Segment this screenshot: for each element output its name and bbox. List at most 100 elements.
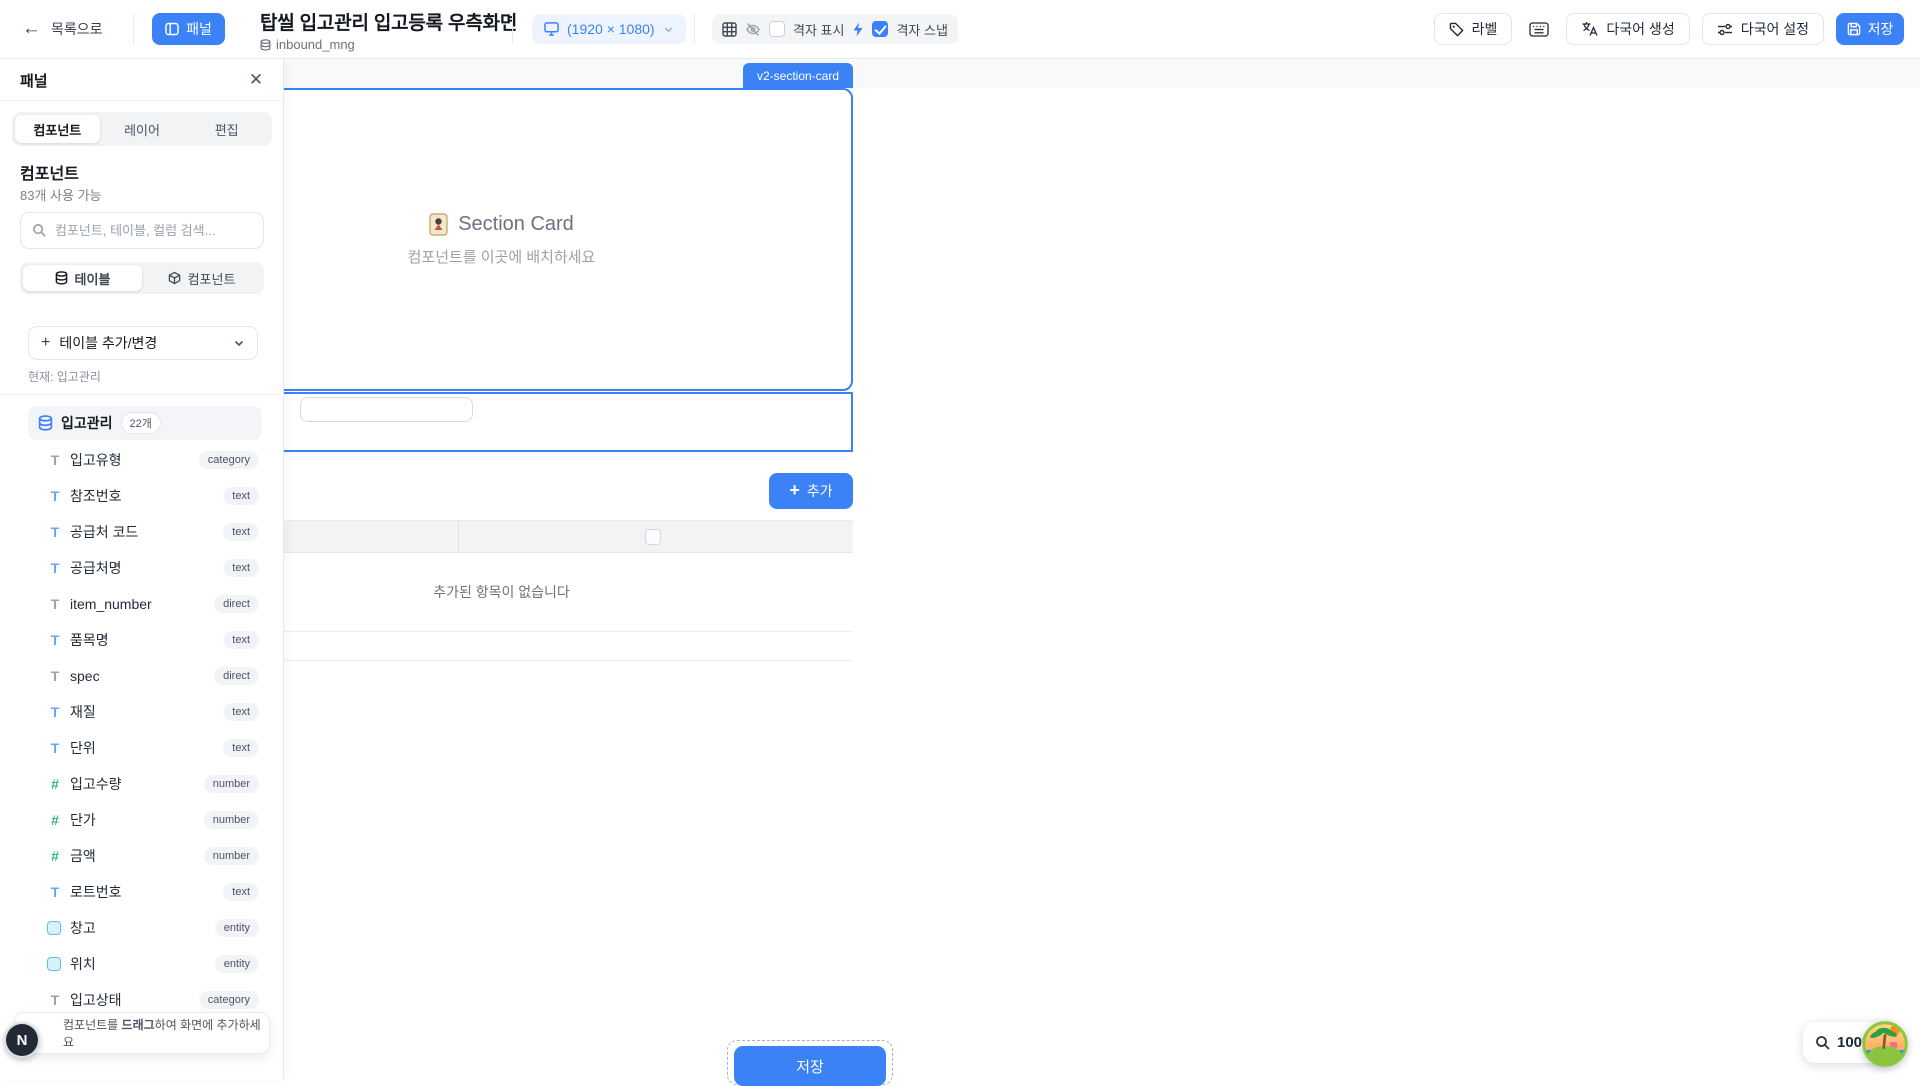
field-row[interactable]: T 참조번호 text	[0, 478, 284, 514]
field-row[interactable]: T 품목명 text	[0, 622, 284, 658]
plus-icon: +	[789, 480, 800, 501]
field-name: 단가	[70, 810, 96, 830]
grid-show-checkbox[interactable]	[769, 21, 785, 37]
field-row[interactable]: T spec direct	[0, 658, 284, 694]
components-available-count: 83개 사용 가능	[20, 185, 101, 204]
save-icon	[1847, 22, 1861, 36]
column-divider	[458, 521, 459, 553]
field-row[interactable]: # 입고수량 number	[0, 766, 284, 802]
field-row[interactable]: # 단가 number	[0, 802, 284, 838]
tab-edit[interactable]: 편집	[184, 115, 269, 143]
field-row[interactable]: T 로트번호 text	[0, 874, 284, 910]
field-type-badge: text	[223, 883, 259, 901]
field-row[interactable]: 창고 entity	[0, 910, 284, 946]
field-type-icon: T	[46, 452, 64, 468]
current-table-label: 현재: 입고관리	[28, 368, 101, 385]
lightning-icon	[852, 22, 864, 37]
settings-sliders-icon	[1717, 22, 1733, 37]
canvas-save-button[interactable]: 저장	[734, 1046, 886, 1086]
field-type-badge: category	[199, 991, 259, 1009]
database-icon	[55, 271, 68, 285]
mode-component[interactable]: 컴포넌트	[142, 265, 261, 291]
field-row[interactable]: T 단위 text	[0, 730, 284, 766]
field-type-badge: number	[204, 847, 259, 865]
divider	[0, 394, 284, 395]
field-type-badge: entity	[215, 919, 259, 937]
field-name: 창고	[70, 918, 96, 938]
field-name: 공급처 코드	[70, 522, 138, 542]
chevron-down-icon	[233, 337, 245, 349]
panel-toggle-button[interactable]: 패널	[152, 13, 225, 45]
search-input[interactable]	[55, 223, 252, 238]
field-type-badge: number	[204, 811, 259, 829]
canvas-input-field[interactable]	[300, 397, 473, 422]
mode-table[interactable]: 테이블	[23, 265, 142, 291]
field-row[interactable]: 위치 entity	[0, 946, 284, 982]
field-type-icon	[47, 921, 61, 935]
field-name: spec	[70, 668, 100, 684]
add-row-button[interactable]: + 추가	[769, 473, 853, 509]
page-title: 탑씰 입고관리 입고등록 우측화면	[260, 8, 517, 35]
eye-off-icon	[745, 22, 761, 37]
field-type-icon: #	[46, 812, 64, 828]
avatar[interactable]: N	[4, 1022, 40, 1058]
panel-mode-toggle: 테이블 컴포넌트	[20, 262, 264, 294]
add-change-table-button[interactable]: + 테이블 추가/변경	[28, 326, 258, 360]
drag-hint-bar: 컴포넌트를 드래그하여 화면에 추가하세요	[14, 1012, 270, 1054]
field-type-badge: category	[199, 451, 259, 469]
i18n-generate-button[interactable]: 다국어 생성	[1566, 13, 1689, 45]
close-icon[interactable]: ✕	[243, 67, 269, 93]
field-type-icon: T	[46, 668, 64, 684]
field-name: 단위	[70, 738, 96, 758]
field-type-icon: T	[46, 488, 64, 504]
search-icon	[32, 223, 47, 238]
divider	[133, 14, 134, 44]
field-type-badge: text	[223, 703, 259, 721]
field-row[interactable]: T 재질 text	[0, 694, 284, 730]
field-row[interactable]: # 금액 number	[0, 838, 284, 874]
field-type-icon: T	[46, 884, 64, 900]
field-list: T 입고유형 category T 참조번호 text T 공급처 코드 tex…	[0, 442, 284, 1018]
top-toolbar: ← 목록으로 패널 탑씰 입고관리 입고등록 우측화면 inbound_mng	[0, 0, 1920, 59]
field-row[interactable]: T 공급처명 text	[0, 550, 284, 586]
field-type-badge: entity	[215, 955, 259, 973]
field-name: 참조번호	[70, 486, 122, 506]
keyboard-shortcuts-button[interactable]	[1524, 13, 1554, 45]
field-type-badge: text	[223, 523, 259, 541]
grid-controls: 격자 표시 격자 스냅	[712, 14, 958, 44]
field-name: 입고수량	[70, 774, 122, 794]
field-row[interactable]: T 공급처 코드 text	[0, 514, 284, 550]
field-type-badge: direct	[214, 667, 259, 685]
back-to-list-button[interactable]: ← 목록으로	[22, 0, 103, 58]
field-name: 입고유형	[70, 450, 122, 470]
monitor-icon	[544, 22, 559, 36]
grid-icon	[722, 22, 737, 37]
back-arrow-icon: ←	[22, 18, 41, 40]
field-row[interactable]: T item_number direct	[0, 586, 284, 622]
panel-tabs: 컴포넌트 레이어 편집	[12, 112, 272, 146]
sidebar-panel-icon	[165, 22, 179, 36]
field-name: 입고상태	[70, 990, 122, 1010]
save-button[interactable]: 저장	[1836, 13, 1904, 45]
grid-snap-checkbox[interactable]	[872, 21, 888, 37]
screen-title-block: 탑씰 입고관리 입고등록 우측화면 inbound_mng	[260, 8, 517, 52]
tab-components[interactable]: 컴포넌트	[15, 115, 100, 143]
field-type-badge: number	[204, 775, 259, 793]
tab-layers[interactable]: 레이어	[100, 115, 185, 143]
field-name: 로트번호	[70, 882, 122, 902]
components-heading: 컴포넌트	[20, 160, 79, 184]
label-button[interactable]: 라벨	[1434, 13, 1513, 45]
viewport-size-selector[interactable]: (1920 × 1080)	[532, 14, 686, 44]
field-type-icon: T	[46, 992, 64, 1008]
field-row[interactable]: T 입고유형 category	[0, 442, 284, 478]
plus-icon: +	[41, 334, 50, 352]
select-all-checkbox[interactable]	[645, 529, 661, 545]
island-badge-icon[interactable]	[1862, 1021, 1908, 1067]
field-type-icon: T	[46, 632, 64, 648]
i18n-settings-button[interactable]: 다국어 설정	[1702, 13, 1824, 45]
field-name: 위치	[70, 954, 96, 974]
divider	[512, 14, 513, 44]
table-card-inbound[interactable]: 입고관리 22개	[28, 406, 262, 440]
divider	[694, 14, 695, 44]
field-type-badge: text	[223, 487, 259, 505]
